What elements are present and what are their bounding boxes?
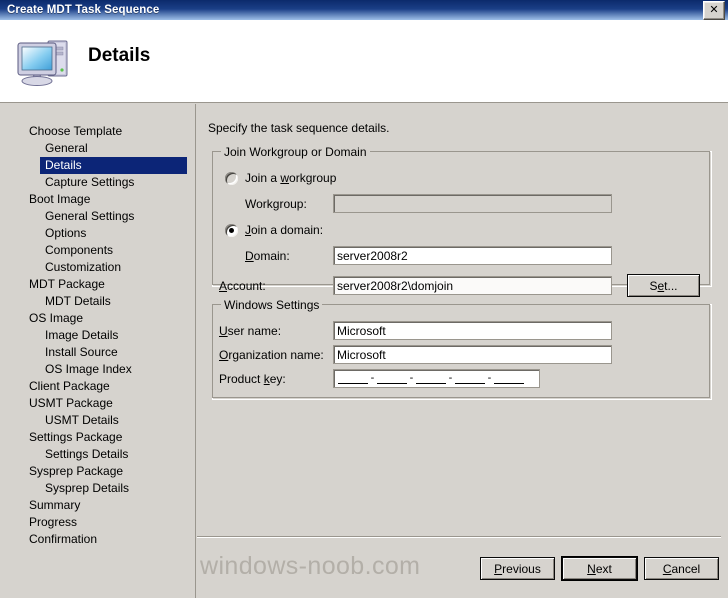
organization-name-input[interactable]: Microsoft	[333, 345, 612, 364]
domain-label: Domain:	[245, 249, 290, 263]
sidebar-item-sysprep-details[interactable]: Sysprep Details	[0, 480, 196, 497]
sidebar-item-usmt-details[interactable]: USMT Details	[0, 412, 196, 429]
windows-settings-group: Windows Settings User name: Microsoft Or…	[212, 298, 712, 400]
sidebar-item-customization[interactable]: Customization	[0, 259, 196, 276]
account-input[interactable]: server2008r2\domjoin	[333, 276, 612, 295]
sidebar-item-usmt-package[interactable]: USMT Package	[0, 395, 196, 412]
radio-join-workgroup-label[interactable]: Join a workgroup	[245, 171, 336, 185]
main-content: Specify the task sequence details. Join …	[197, 104, 728, 598]
sidebar-item-client-package[interactable]: Client Package	[0, 378, 196, 395]
sidebar-item-settings-package[interactable]: Settings Package	[0, 429, 196, 446]
dialog-header: Details	[0, 20, 728, 103]
sidebar-item-confirmation[interactable]: Confirmation	[0, 531, 196, 548]
sidebar-item-install-source[interactable]: Install Source	[0, 344, 196, 361]
computer-icon	[17, 40, 68, 86]
sidebar-item-settings-details[interactable]: Settings Details	[0, 446, 196, 463]
sidebar-item-os-image-index[interactable]: OS Image Index	[0, 361, 196, 378]
join-workgroup-or-domain-group: Join Workgroup or Domain Join a workgrou…	[212, 145, 712, 297]
product-key-segment	[494, 372, 524, 384]
sidebar-item-choose-template[interactable]: Choose Template	[0, 123, 196, 140]
workgroup-input[interactable]	[333, 194, 612, 213]
sidebar-item-image-details[interactable]: Image Details	[0, 327, 196, 344]
sidebar-item-progress[interactable]: Progress	[0, 514, 196, 531]
sidebar-item-options[interactable]: Options	[0, 225, 196, 242]
product-key-segment	[455, 372, 485, 384]
cancel-button[interactable]: Cancel	[644, 557, 719, 580]
product-key-input[interactable]: ----	[333, 369, 540, 388]
domain-input[interactable]: server2008r2	[333, 246, 612, 265]
page-title: Details	[88, 45, 151, 66]
wizard-step-list: Choose Template General Details Capture Set…	[0, 104, 196, 598]
organization-name-label: Organization name:	[219, 348, 324, 362]
previous-button[interactable]: Previous	[480, 557, 555, 580]
sidebar-item-boot-image[interactable]: Boot Image	[0, 191, 196, 208]
sidebar-item-sysprep-package[interactable]: Sysprep Package	[0, 463, 196, 480]
workgroup-label: Workgroup:	[245, 197, 307, 211]
user-name-input[interactable]: Microsoft	[333, 321, 612, 340]
set-account-button[interactable]: Se t...	[627, 274, 700, 297]
create-mdt-task-sequence-dialog: Create MDT Task Sequence ✕ Details Choos…	[0, 0, 728, 598]
radio-join-domain[interactable]	[225, 224, 238, 237]
window-title: Create MDT Task Sequence	[7, 4, 160, 16]
user-name-label: User name:	[219, 324, 282, 338]
next-button[interactable]: Next	[562, 557, 637, 580]
sidebar-item-components[interactable]: Components	[0, 242, 196, 259]
product-key-separator: -	[448, 372, 453, 384]
sidebar-item-general[interactable]: General	[0, 140, 196, 157]
footer-divider	[197, 536, 721, 538]
sidebar-item-mdt-package[interactable]: MDT Package	[0, 276, 196, 293]
sidebar-item-os-image[interactable]: OS Image	[0, 310, 196, 327]
title-bar: Create MDT Task Sequence ✕	[0, 0, 728, 20]
product-key-separator: -	[409, 372, 414, 384]
account-label: Account:	[219, 279, 266, 293]
radio-join-workgroup[interactable]	[225, 172, 238, 185]
windows-settings-legend: Windows Settings	[221, 298, 323, 312]
sidebar-item-capture-settings[interactable]: Capture Settings	[0, 174, 196, 191]
product-key-segment	[377, 372, 407, 384]
instruction-text: Specify the task sequence details.	[208, 121, 390, 135]
radio-join-domain-label[interactable]: Join a domain:	[245, 223, 323, 237]
product-key-segment	[416, 372, 446, 384]
product-key-separator: -	[370, 372, 375, 384]
sidebar-item-general-settings[interactable]: General Settings	[0, 208, 196, 225]
product-key-segment	[338, 372, 368, 384]
sidebar-item-details[interactable]: Details	[40, 157, 187, 174]
sidebar-item-summary[interactable]: Summary	[0, 497, 196, 514]
product-key-separator: -	[487, 372, 492, 384]
join-group-legend: Join Workgroup or Domain	[221, 145, 370, 159]
product-key-label: Product key:	[219, 372, 286, 386]
wizard-step-list-items: Choose Template General Details Capture Set…	[0, 123, 196, 548]
close-icon[interactable]: ✕	[703, 0, 725, 20]
sidebar-item-mdt-details[interactable]: MDT Details	[0, 293, 196, 310]
